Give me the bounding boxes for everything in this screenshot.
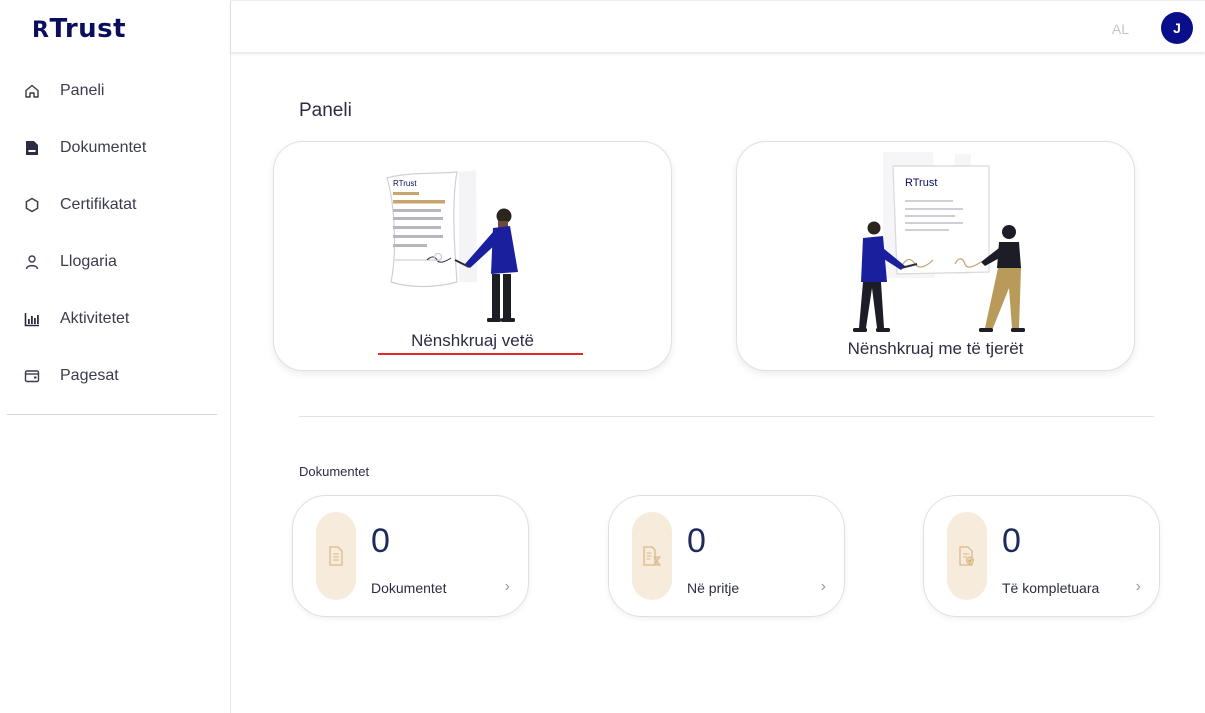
sign-with-others-card[interactable]: RTrust Nënshkruaj me të tjerët — [736, 141, 1135, 371]
chart-bar-icon — [23, 310, 41, 328]
sign-self-illustration: RTrust — [386, 170, 518, 322]
document-icon — [23, 139, 41, 157]
rtrust-logo[interactable]: RTrust — [32, 14, 126, 44]
stat-card-documents[interactable]: 0 Dokumentet › — [292, 495, 529, 617]
stat-label: Të kompletuara — [1002, 580, 1100, 596]
illustration-brand-text: RTrust — [393, 179, 417, 188]
user-icon — [23, 253, 41, 271]
section-divider — [299, 416, 1154, 417]
top-bar: AL J — [231, 0, 1205, 52]
sidebar-nav: Paneli Dokumentet Certifikatat Llogaria … — [0, 62, 231, 404]
sign-self-card[interactable]: RTrust Nënshkruaj vetë — [273, 141, 672, 371]
sidebar-item-label: Dokumentet — [60, 138, 147, 156]
sidebar-item-llogaria[interactable]: Llogaria — [0, 233, 231, 290]
chevron-right-icon: › — [820, 578, 826, 595]
home-icon — [23, 82, 41, 100]
stat-card-pending[interactable]: 0 Në pritje › — [608, 495, 845, 617]
stat-icon-pill — [947, 512, 987, 600]
sidebar-item-label: Pagesat — [60, 366, 119, 384]
stat-count: 0 — [371, 522, 390, 560]
page-title: Paneli — [299, 100, 352, 121]
sidebar-item-label: Certifikatat — [60, 195, 137, 213]
documents-section-title: Dokumentet — [299, 464, 370, 479]
wallet-icon — [23, 367, 41, 385]
stat-label: Dokumentet — [371, 580, 447, 596]
sidebar-item-paneli[interactable]: Paneli — [0, 62, 231, 119]
language-selector[interactable]: AL — [1112, 21, 1129, 37]
sign-with-others-illustration: RTrust — [853, 152, 1025, 332]
stat-count: 0 — [1002, 522, 1021, 560]
approved-document-icon — [959, 546, 974, 566]
sidebar-item-pagesat[interactable]: Pagesat — [0, 347, 231, 404]
chevron-right-icon: › — [504, 578, 510, 595]
sidebar-item-dokumentet[interactable]: Dokumentet — [0, 119, 231, 176]
stat-icon-pill — [316, 512, 356, 600]
certificate-icon — [23, 196, 41, 214]
avatar[interactable]: J — [1161, 12, 1193, 44]
stat-icon-pill — [632, 512, 672, 600]
sidebar-item-aktivitetet[interactable]: Aktivitetet — [0, 290, 231, 347]
stat-card-completed[interactable]: 0 Të kompletuara › — [923, 495, 1160, 617]
sidebar-item-certifikatat[interactable]: Certifikatat — [0, 176, 231, 233]
stat-label: Në pritje — [687, 580, 740, 596]
sidebar-item-label: Aktivitetet — [60, 309, 130, 327]
chevron-right-icon: › — [1135, 578, 1141, 595]
sign-with-others-label: Nënshkruaj me të tjerët — [847, 339, 1024, 358]
logo-text: Trust — [49, 14, 127, 44]
sidebar-item-label: Llogaria — [60, 252, 117, 270]
sidebar: RTrust Paneli Dokumentet Certifikatat Ll… — [0, 0, 231, 713]
illustration-brand-text: RTrust — [905, 177, 937, 189]
sidebar-item-label: Paneli — [60, 81, 105, 99]
logo-prefix: R — [32, 18, 50, 43]
document-icon — [329, 546, 343, 566]
label-underline — [378, 353, 583, 355]
sign-self-label: Nënshkruaj vetë — [411, 331, 534, 350]
sidebar-divider — [7, 414, 217, 415]
stat-count: 0 — [687, 522, 706, 560]
hourglass-document-icon — [643, 546, 661, 566]
avatar-initial: J — [1173, 20, 1181, 36]
